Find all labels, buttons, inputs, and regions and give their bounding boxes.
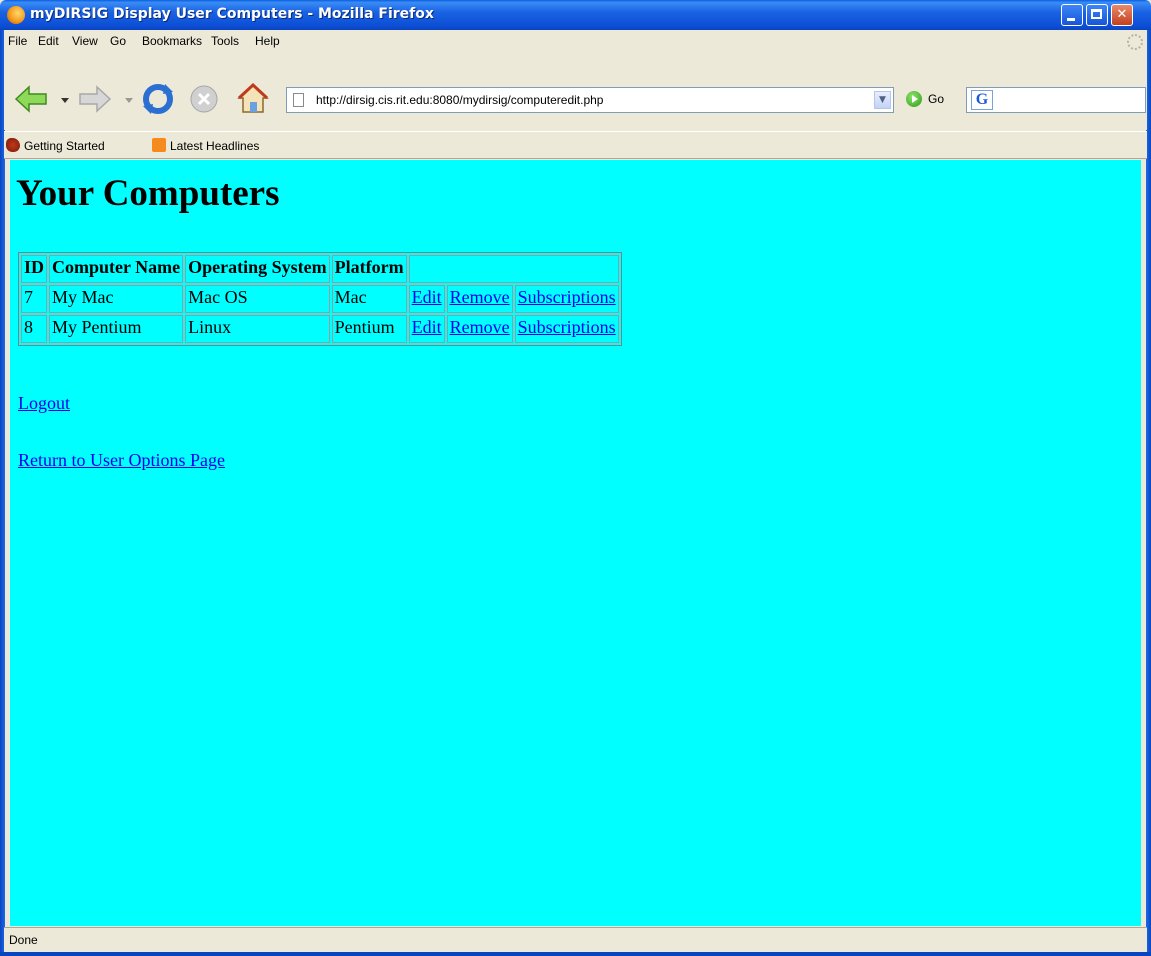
throbber-icon [1127,34,1143,50]
go-label: Go [928,92,945,106]
close-button[interactable]: ✕ [1111,4,1133,26]
maximize-button[interactable] [1086,4,1108,26]
go-icon [906,91,922,107]
back-dropdown-icon[interactable] [60,96,70,104]
table-row: 8 My Pentium Linux Pentium Edit Remove S… [21,315,619,343]
close-icon: ✕ [1116,7,1128,22]
window-frame-left [0,30,10,956]
cell-edit: Edit [408,285,445,313]
home-icon[interactable] [236,82,270,114]
cell-platform: Mac [331,285,407,313]
status-bar: Done [4,927,1147,952]
url-text[interactable]: http://dirsig.cis.rit.edu:8080/mydirsig/… [316,93,603,107]
menu-tools[interactable]: Tools [211,34,239,48]
reload-icon[interactable] [141,82,175,116]
cell-remove: Remove [446,285,513,313]
back-arrow-icon[interactable] [14,84,48,114]
maximize-icon [1087,5,1107,25]
cell-operating-system: Mac OS [185,285,330,313]
menu-view[interactable]: View [72,34,98,48]
remove-link[interactable]: Remove [450,317,510,337]
edit-link[interactable]: Edit [412,317,442,337]
menu-file[interactable]: File [8,34,27,48]
column-header-actions [408,255,619,283]
forward-dropdown-icon [125,98,133,103]
google-icon[interactable]: G [971,90,993,110]
page-icon [293,93,304,107]
column-header-id: ID [21,255,48,283]
stop-icon [190,85,218,113]
cell-platform: Pentium [331,315,407,343]
bookmark-latest-headlines[interactable]: Latest Headlines [152,138,259,153]
menu-go[interactable]: Go [110,34,126,48]
subscriptions-link[interactable]: Subscriptions [518,317,616,337]
cell-computer-name: My Mac [49,285,184,313]
minimize-icon [1062,5,1082,25]
edit-link[interactable]: Edit [412,287,442,307]
cell-id: 8 [21,315,48,343]
cell-computer-name: My Pentium [49,315,184,343]
cell-subscriptions: Subscriptions [514,315,619,343]
cell-id: 7 [21,285,48,313]
firefox-icon [6,138,20,152]
title-bar[interactable]: myDIRSIG Display User Computers - Mozill… [0,0,1151,30]
menu-bookmarks[interactable]: Bookmarks [142,34,202,48]
forward-arrow-icon [79,85,112,113]
url-dropdown-button[interactable]: ▼ [874,91,891,109]
bookmarks-toolbar: Getting Started Latest Headlines [4,131,1147,159]
computers-table: ID Computer Name Operating System Platfo… [18,252,622,346]
menu-edit[interactable]: Edit [38,34,59,48]
column-header-operating-system: Operating System [185,255,330,283]
window-frame-right [1141,30,1151,956]
remove-link[interactable]: Remove [450,287,510,307]
browser-window: myDIRSIG Display User Computers - Mozill… [0,0,1151,956]
minimize-button[interactable] [1061,4,1083,26]
cell-edit: Edit [408,315,445,343]
return-to-user-options-link[interactable]: Return to User Options Page [18,450,225,471]
page-content: Your Computers ID Computer Name Operatin… [10,160,1141,926]
cell-remove: Remove [446,315,513,343]
url-bar[interactable]: http://dirsig.cis.rit.edu:8080/mydirsig/… [286,87,894,113]
bookmark-getting-started[interactable]: Getting Started [6,138,105,153]
bookmark-label: Latest Headlines [170,139,260,153]
column-header-computer-name: Computer Name [49,255,184,283]
cell-operating-system: Linux [185,315,330,343]
status-text: Done [9,933,38,947]
cell-subscriptions: Subscriptions [514,285,619,313]
column-header-platform: Platform [331,255,407,283]
table-row: 7 My Mac Mac OS Mac Edit Remove Subscrip… [21,285,619,313]
page-title: Your Computers [16,173,280,214]
table-header-row: ID Computer Name Operating System Platfo… [21,255,619,283]
rss-icon [152,138,166,152]
menu-bar: File Edit View Go Bookmarks Tools Help [4,30,1147,52]
window-frame-bottom [0,952,1151,956]
logout-link[interactable]: Logout [18,393,70,414]
firefox-icon [7,6,25,24]
search-input[interactable]: G [966,87,1146,113]
menu-help[interactable]: Help [255,34,280,48]
bookmark-label: Getting Started [24,139,105,153]
subscriptions-link[interactable]: Subscriptions [518,287,616,307]
window-title: myDIRSIG Display User Computers - Mozill… [30,6,434,22]
